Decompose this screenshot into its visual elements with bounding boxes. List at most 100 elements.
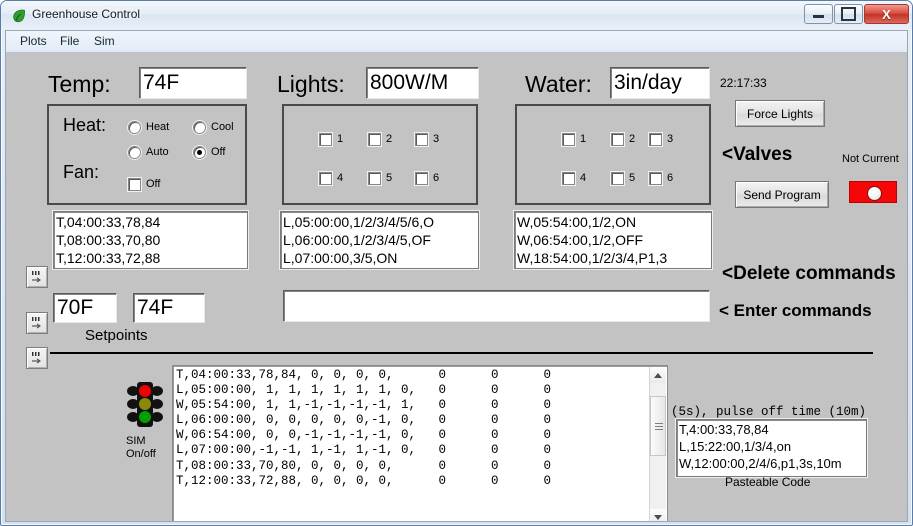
list-item[interactable]: T,4:00:33,78,84 xyxy=(679,421,864,438)
menu-item-plots[interactable]: Plots xyxy=(15,34,52,50)
radio-off-label: Off xyxy=(211,146,226,158)
list-item[interactable]: W,06:54:00,1/2,OFF xyxy=(517,231,709,249)
checkbox-light-3[interactable] xyxy=(415,133,428,146)
log-grip-button[interactable] xyxy=(26,347,48,369)
radio-heat-label: Heat xyxy=(146,121,170,133)
traffic-light-icon[interactable] xyxy=(126,380,164,433)
menu-item-sim[interactable]: Sim xyxy=(89,34,120,50)
checkbox-fan-off-label: Off xyxy=(146,178,161,190)
checkbox-light-6-label: 6 xyxy=(433,172,440,184)
checkbox-valve-6[interactable] xyxy=(649,172,662,185)
sim-label-line1: SIM xyxy=(126,435,146,447)
heat-group: Heat: Fan: Heat Cool Auto Off Off xyxy=(47,104,247,205)
checkbox-light-4[interactable] xyxy=(319,172,332,185)
water-commands-listbox[interactable]: W,05:54:00,1/2,ON W,06:54:00,1/2,OFF W,1… xyxy=(514,211,712,269)
checkbox-valve-3-label: 3 xyxy=(667,133,674,145)
title-bar: Greenhouse Control X xyxy=(1,1,912,30)
lights-group: 1 2 3 4 5 6 xyxy=(282,104,478,205)
checkbox-light-6[interactable] xyxy=(415,172,428,185)
status-label: Not Current xyxy=(842,153,899,165)
application-window: Greenhouse Control X Plots File Sim Temp… xyxy=(0,0,913,526)
command-input[interactable] xyxy=(283,290,710,322)
chevron-up-icon xyxy=(654,372,662,378)
temp-label: Temp: xyxy=(48,71,111,97)
radio-auto[interactable] xyxy=(128,146,141,159)
radio-cool-label: Cool xyxy=(211,121,234,133)
log-text: T,04:00:33,78,84, 0, 0, 0, 0, 0 0 0 L,05… xyxy=(176,368,552,488)
lights-value-field[interactable]: 800W/M xyxy=(366,67,479,99)
scroll-up-button[interactable] xyxy=(650,367,666,383)
send-program-button[interactable]: Send Program xyxy=(735,181,829,208)
setpoint-low-field[interactable]: 70F xyxy=(53,293,117,323)
pasteable-code-label: Pasteable Code xyxy=(725,475,811,489)
checkbox-light-1-label: 1 xyxy=(337,133,344,145)
list-item[interactable]: T,08:00:33,70,80 xyxy=(56,231,245,249)
window-title: Greenhouse Control xyxy=(32,7,141,21)
water-label: Water: xyxy=(525,71,592,97)
temp-commands-listbox[interactable]: T,04:00:33,78,84 T,08:00:33,70,80 T,12:0… xyxy=(53,211,248,269)
maximize-icon xyxy=(835,5,862,23)
scrollbar-thumb[interactable] xyxy=(650,396,666,456)
temp-value-field[interactable]: 74F xyxy=(139,67,247,99)
list-item[interactable]: L,06:00:00,1/2/3/4/5,OF xyxy=(283,231,476,249)
checkbox-valve-6-label: 6 xyxy=(667,172,674,184)
temp-list-grip-button[interactable] xyxy=(26,266,48,288)
setpoints-grip-button[interactable] xyxy=(26,312,48,334)
maximize-button[interactable] xyxy=(834,4,863,24)
close-button[interactable]: X xyxy=(864,4,909,24)
menu-bar: Plots File Sim xyxy=(6,31,907,53)
list-item[interactable]: L,07:00:00,3/5,ON xyxy=(283,249,476,267)
radio-heat[interactable] xyxy=(128,121,141,134)
close-icon: X xyxy=(882,6,891,22)
setpoint-high-field[interactable]: 74F xyxy=(133,293,205,323)
valves-annotation: <Valves xyxy=(722,144,793,165)
checkbox-light-5[interactable] xyxy=(368,172,381,185)
delete-commands-annotation: <Delete commands xyxy=(722,263,896,284)
enter-commands-annotation: < Enter commands xyxy=(719,301,872,320)
list-item[interactable]: W,05:54:00,1/2,ON xyxy=(517,213,709,231)
list-item[interactable]: T,12:00:33,72,88 xyxy=(56,249,245,267)
grip-icon xyxy=(32,271,41,283)
minimize-button[interactable] xyxy=(804,4,833,24)
log-textarea[interactable]: T,04:00:33,78,84, 0, 0, 0, 0, 0 0 0 L,05… xyxy=(172,365,668,521)
status-indicator-light[interactable] xyxy=(849,181,897,203)
checkbox-valve-5[interactable] xyxy=(611,172,624,185)
checkbox-valve-2-label: 2 xyxy=(629,133,636,145)
scrollbar-grip-icon xyxy=(655,423,663,430)
scroll-down-button[interactable] xyxy=(650,509,666,521)
chevron-down-icon xyxy=(654,514,662,520)
radio-cool[interactable] xyxy=(193,121,206,134)
radio-off[interactable] xyxy=(193,146,206,159)
lights-label: Lights: xyxy=(277,71,345,97)
water-group: 1 2 3 4 5 6 xyxy=(515,104,711,205)
list-item[interactable]: W,18:54:00,1/2/3/4,P1,3 xyxy=(517,249,709,267)
grip-icon xyxy=(32,352,41,364)
water-value-field[interactable]: 3in/day xyxy=(610,67,710,99)
checkbox-valve-5-label: 5 xyxy=(629,172,636,184)
checkbox-light-1[interactable] xyxy=(319,133,332,146)
checkbox-light-2[interactable] xyxy=(368,133,381,146)
pasteable-code-box[interactable]: T,4:00:33,78,84 L,15:22:00,1/3/4,on W,12… xyxy=(676,419,867,477)
list-item[interactable]: L,05:00:00,1/2/3/4/5/6,O xyxy=(283,213,476,231)
checkbox-valve-4[interactable] xyxy=(562,172,575,185)
checkbox-fan-off[interactable] xyxy=(128,178,141,191)
checkbox-valve-1[interactable] xyxy=(562,133,575,146)
pulse-hint-text: n (5s), pulse off time (10m) xyxy=(656,405,867,419)
menu-item-file[interactable]: File xyxy=(55,34,84,50)
checkbox-valve-3[interactable] xyxy=(649,133,662,146)
checkbox-light-3-label: 3 xyxy=(433,133,440,145)
list-item[interactable]: W,12:00:00,2/4/6,p1,3s,10m xyxy=(679,455,864,472)
list-item[interactable]: L,15:22:00,1/3/4,on xyxy=(679,438,864,455)
clock-label: 22:17:33 xyxy=(720,76,767,90)
fan-label: Fan: xyxy=(63,162,100,182)
grip-icon xyxy=(32,317,41,329)
light-commands-listbox[interactable]: L,05:00:00,1/2/3/4/5/6,O L,06:00:00,1/2/… xyxy=(280,211,479,269)
leaf-icon xyxy=(11,8,27,24)
section-divider xyxy=(50,352,873,354)
checkbox-valve-2[interactable] xyxy=(611,133,624,146)
list-item[interactable]: T,04:00:33,78,84 xyxy=(56,213,245,231)
log-scrollbar[interactable] xyxy=(649,367,666,521)
setpoints-label: Setpoints xyxy=(85,327,148,344)
force-lights-button[interactable]: Force Lights xyxy=(735,100,825,127)
checkbox-valve-4-label: 4 xyxy=(580,172,587,184)
